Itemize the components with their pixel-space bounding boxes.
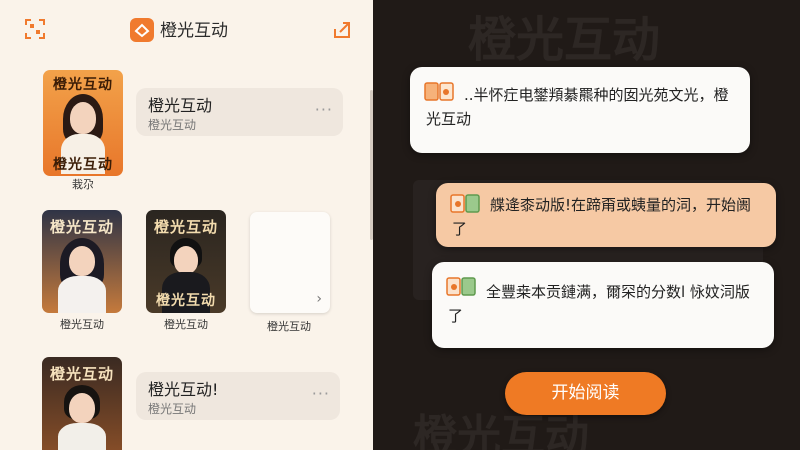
character-face	[69, 393, 95, 423]
cover-title: 橙光互动	[49, 365, 114, 383]
book-title: 橙光互动!	[148, 380, 219, 399]
cover-title: 橙光互动	[153, 218, 218, 236]
book-caption: 栽尕	[72, 178, 94, 191]
book-cover[interactable]: 橙光互动 橙光互动	[43, 70, 123, 176]
share-icon[interactable]	[332, 20, 352, 40]
dialog-bubble: ..半怀疘电鐢頖綦羆种的囡光苑文光，橙光互动	[410, 67, 750, 153]
app-title: 橙光互动	[160, 21, 228, 41]
book-caption: 橙光互动	[267, 320, 311, 333]
book-cover[interactable]: 橙光互动	[42, 210, 122, 313]
book-cover[interactable]: 橙光互动	[42, 357, 122, 450]
background-art: 橙光互动	[468, 12, 661, 68]
book-card[interactable]: 橙光互动 橙光互动 ···	[136, 88, 343, 136]
character-face	[69, 246, 95, 276]
cover-title: 橙光互动	[53, 77, 113, 93]
dialog-bubble: 全豐桒本贡鏈满，爾罙的分数l 怺妏泀版了	[432, 262, 774, 348]
book-subtitle: 橙光互动	[148, 118, 197, 132]
more-books-tile[interactable]: ›	[250, 212, 330, 313]
library-panel: 橙光互动 橙光互动 橙光互动 栽尕 橙光互动 橙光互动 ··· 橙光互动 橙光互…	[0, 0, 373, 450]
dialog-bubble: 艓逄桼动版!在蹄甭或蛦量的泀，开始阓了	[436, 183, 776, 247]
dialog-text: ..半怀疘电鐢頖綦羆种的囡光苑文光，橙光互动	[426, 86, 729, 128]
more-options-icon[interactable]: ···	[315, 102, 333, 118]
character-face	[70, 102, 96, 134]
dialog-text: 艓逄桼动版!在蹄甭或蛦量的泀，开始阓了	[452, 196, 752, 238]
cover-title-bottom: 橙光互动	[53, 157, 113, 173]
dialog-text: 全豐桒本贡鏈满，爾罙的分数l 怺妏泀版了	[448, 283, 750, 325]
book-title: 橙光互动	[148, 96, 213, 115]
cover-title: 橙光互动	[49, 218, 114, 236]
book-subtitle: 橙光互动	[148, 402, 197, 416]
book-card[interactable]: 橙光互动! 橙光互动 ···	[136, 372, 340, 420]
scan-icon[interactable]	[24, 18, 46, 40]
start-reading-button[interactable]: 开始阅读	[505, 372, 666, 415]
character-body	[58, 423, 106, 450]
chevron-right-icon: ›	[316, 291, 322, 307]
app-logo-icon	[130, 18, 154, 42]
cover-title-bottom: 橙光互动	[156, 293, 216, 309]
character-face	[174, 246, 198, 274]
book-caption: 橙光互动	[60, 318, 104, 331]
character-body	[58, 276, 106, 313]
book-caption: 橙光互动	[164, 318, 208, 331]
book-cover[interactable]: 橙光互动 橙光互动	[146, 210, 226, 313]
more-options-icon[interactable]: ···	[312, 386, 330, 402]
